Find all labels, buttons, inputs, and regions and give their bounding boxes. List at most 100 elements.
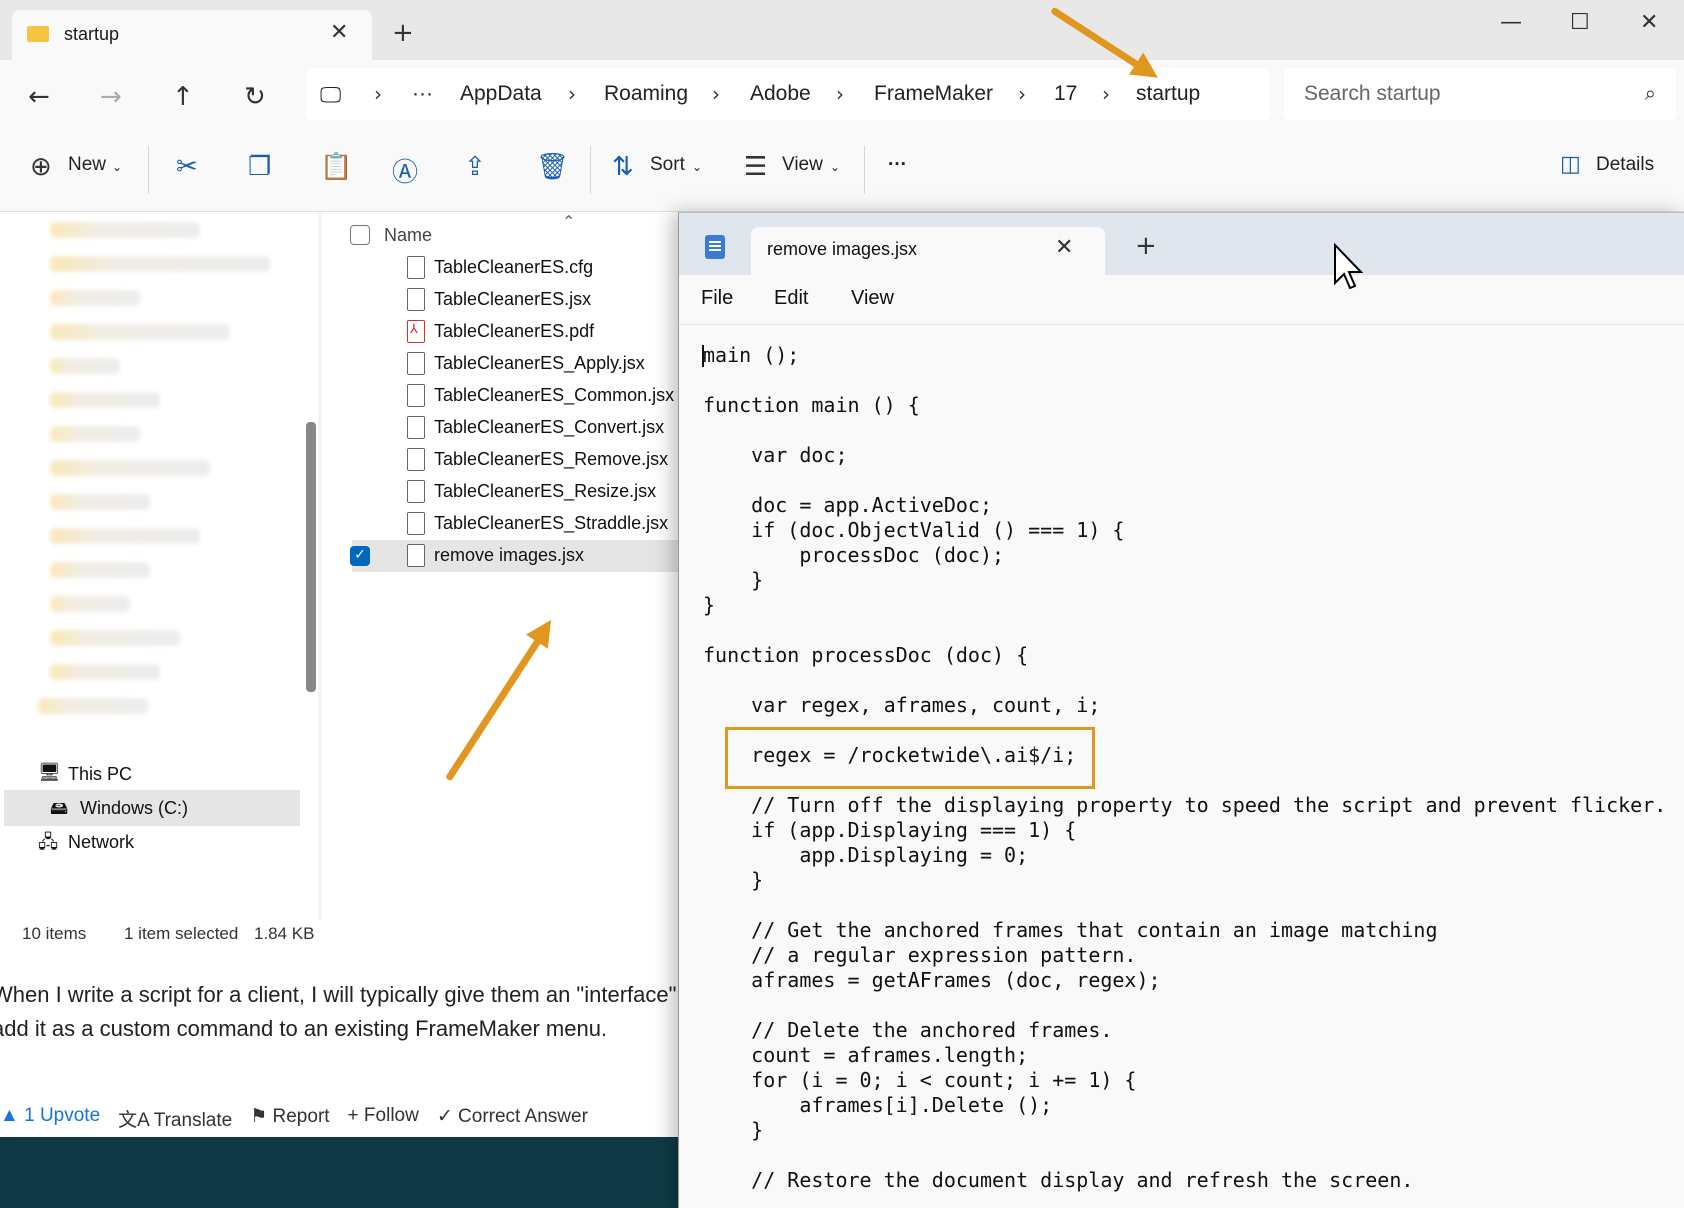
search-icon[interactable]: ⌕ (1645, 81, 1656, 105)
menu-edit[interactable]: Edit (774, 287, 808, 310)
code-line: } (703, 868, 764, 892)
chevron-right-icon: › (568, 82, 576, 106)
refresh-icon[interactable]: ↻ (244, 82, 266, 112)
file-icon (407, 480, 425, 503)
correct-answer-label: Correct Answer (458, 1106, 588, 1127)
file-row[interactable]: TableCleanerES_Convert.jsx (352, 412, 682, 444)
blurred-item (50, 664, 160, 680)
explorer-tab[interactable]: startup ✕ (12, 10, 372, 60)
file-row[interactable]: TableCleanerES_Common.jsx (352, 380, 682, 412)
this-pc-icon: 🖥 (38, 762, 61, 782)
file-name: remove images.jsx (434, 545, 585, 565)
file-icon (407, 384, 425, 407)
search-box[interactable]: Search startup ⌕ (1284, 68, 1676, 120)
new-tab-icon[interactable]: + (392, 18, 414, 48)
file-list: Name ⌃ TableCleanerES.cfg TableCleanerES.… (322, 212, 682, 950)
blurred-item (50, 256, 270, 272)
code-line: if (doc.ObjectValid () === 1) { (703, 518, 1125, 542)
nav-item-windows-c[interactable]: Windows (C:) (80, 798, 188, 819)
regex-highlight-box (725, 727, 1095, 789)
menu-file[interactable]: File (701, 287, 733, 310)
code-line: } (703, 1118, 764, 1142)
close-tab-icon[interactable]: ✕ (330, 20, 348, 45)
code-line: // Delete the anchored frames. (703, 1018, 1113, 1042)
rename-icon[interactable]: Ⓐ (392, 152, 418, 189)
new-button[interactable]: New (68, 154, 106, 176)
translate-button[interactable]: 文A Translate (118, 1105, 232, 1132)
post-text-line-1: When I write a script for a client, I wi… (0, 982, 677, 1007)
row-checkbox[interactable]: ✓ (350, 546, 370, 566)
search-placeholder: Search startup (1304, 82, 1441, 105)
file-row[interactable]: TableCleanerES_Remove.jsx (352, 444, 682, 476)
code-line: // Restore the document display and refr… (703, 1168, 1414, 1192)
divider (864, 146, 865, 194)
close-window-icon[interactable]: ✕ (1640, 10, 1658, 35)
delete-icon[interactable]: 🗑 (536, 152, 569, 182)
mouse-cursor-icon (1334, 243, 1364, 290)
file-icon (407, 416, 425, 439)
nav-scrollbar[interactable] (306, 422, 316, 692)
status-bar: 10 items 1 item selected 1.84 KB (0, 920, 682, 950)
file-name: TableCleanerES.jsx (434, 289, 592, 309)
address-bar[interactable]: 🖵 › ··· AppData › Roaming › Adobe › Fram… (306, 68, 1270, 120)
details-button[interactable]: Details (1596, 154, 1654, 176)
notepad-tab[interactable]: remove images.jsx ✕ (751, 227, 1105, 275)
breadcrumb-adobe[interactable]: Adobe (750, 82, 811, 106)
follow-button[interactable]: + Follow (348, 1105, 419, 1132)
back-icon[interactable]: ← (28, 82, 50, 112)
file-name: TableCleanerES_Convert.jsx (434, 417, 665, 437)
details-pane-icon: ◫ (1560, 152, 1581, 177)
copy-icon[interactable]: ❐ (248, 152, 271, 182)
forward-icon[interactable]: → (100, 82, 122, 112)
file-name: TableCleanerES.cfg (434, 257, 594, 277)
select-all-checkbox[interactable] (350, 225, 370, 245)
breadcrumb-framemaker[interactable]: FrameMaker (874, 82, 993, 106)
breadcrumb-appdata[interactable]: AppData (460, 82, 542, 106)
up-icon[interactable]: ↑ (172, 82, 194, 112)
file-icon (407, 544, 425, 567)
chevron-down-icon: ⌄ (112, 160, 123, 174)
file-row[interactable]: TableCleanerES.pdf (352, 316, 682, 348)
code-line: // Turn off the displaying property to s… (703, 793, 1667, 817)
menu-view[interactable]: View (851, 287, 894, 310)
chevron-right-icon: › (1102, 82, 1110, 106)
paste-icon[interactable]: 📋 (320, 152, 352, 182)
file-name: TableCleanerES_Remove.jsx (434, 449, 669, 469)
column-header-name[interactable]: Name (384, 225, 432, 246)
chevron-right-icon: › (374, 82, 382, 106)
maximize-icon[interactable]: ☐ (1570, 10, 1590, 35)
nav-item-network[interactable]: Network (68, 832, 134, 853)
new-tab-icon[interactable]: + (1135, 231, 1157, 261)
minimize-icon[interactable]: — (1500, 10, 1522, 35)
breadcrumb-roaming[interactable]: Roaming (604, 82, 688, 106)
command-bar: ⊕ New ⌄ ✂ ❐ 📋 Ⓐ ⇪ 🗑 ⇅ Sort ⌄ ☰ View ⌄ ··… (0, 130, 1684, 212)
file-icon (407, 256, 425, 279)
file-row[interactable]: TableCleanerES_Apply.jsx (352, 348, 682, 380)
network-icon: 🖧 (38, 832, 59, 852)
report-button[interactable]: ⚑ Report (250, 1105, 329, 1132)
nav-item-this-pc[interactable]: This PC (68, 764, 132, 785)
file-row[interactable]: TableCleanerES_Straddle.jsx (352, 508, 682, 540)
breadcrumb-17[interactable]: 17 (1054, 82, 1077, 106)
more-options-icon[interactable]: ··· (888, 154, 907, 176)
code-line: // a regular expression pattern. (703, 943, 1137, 967)
sort-button[interactable]: Sort (650, 154, 685, 176)
correct-answer-button[interactable]: ✓ Correct Answer (437, 1105, 588, 1132)
file-row[interactable]: TableCleanerES_Resize.jsx (352, 476, 682, 508)
more-icon[interactable]: ··· (412, 82, 433, 106)
file-row[interactable]: TableCleanerES.cfg (352, 252, 682, 284)
cut-icon[interactable]: ✂ (176, 152, 198, 182)
code-line: var regex, aframes, count, i; (703, 693, 1101, 717)
upvote-button[interactable]: ▲ 1 Upvote (0, 1105, 100, 1132)
blurred-item (50, 494, 150, 510)
close-tab-icon[interactable]: ✕ (1055, 235, 1073, 260)
file-row[interactable]: ✓ remove images.jsx (350, 540, 682, 572)
view-button[interactable]: View (782, 154, 823, 176)
file-row[interactable]: TableCleanerES.jsx (352, 284, 682, 316)
code-line: app.Displaying = 0; (703, 843, 1029, 867)
follow-label: Follow (363, 1105, 419, 1126)
share-icon[interactable]: ⇪ (464, 152, 486, 182)
